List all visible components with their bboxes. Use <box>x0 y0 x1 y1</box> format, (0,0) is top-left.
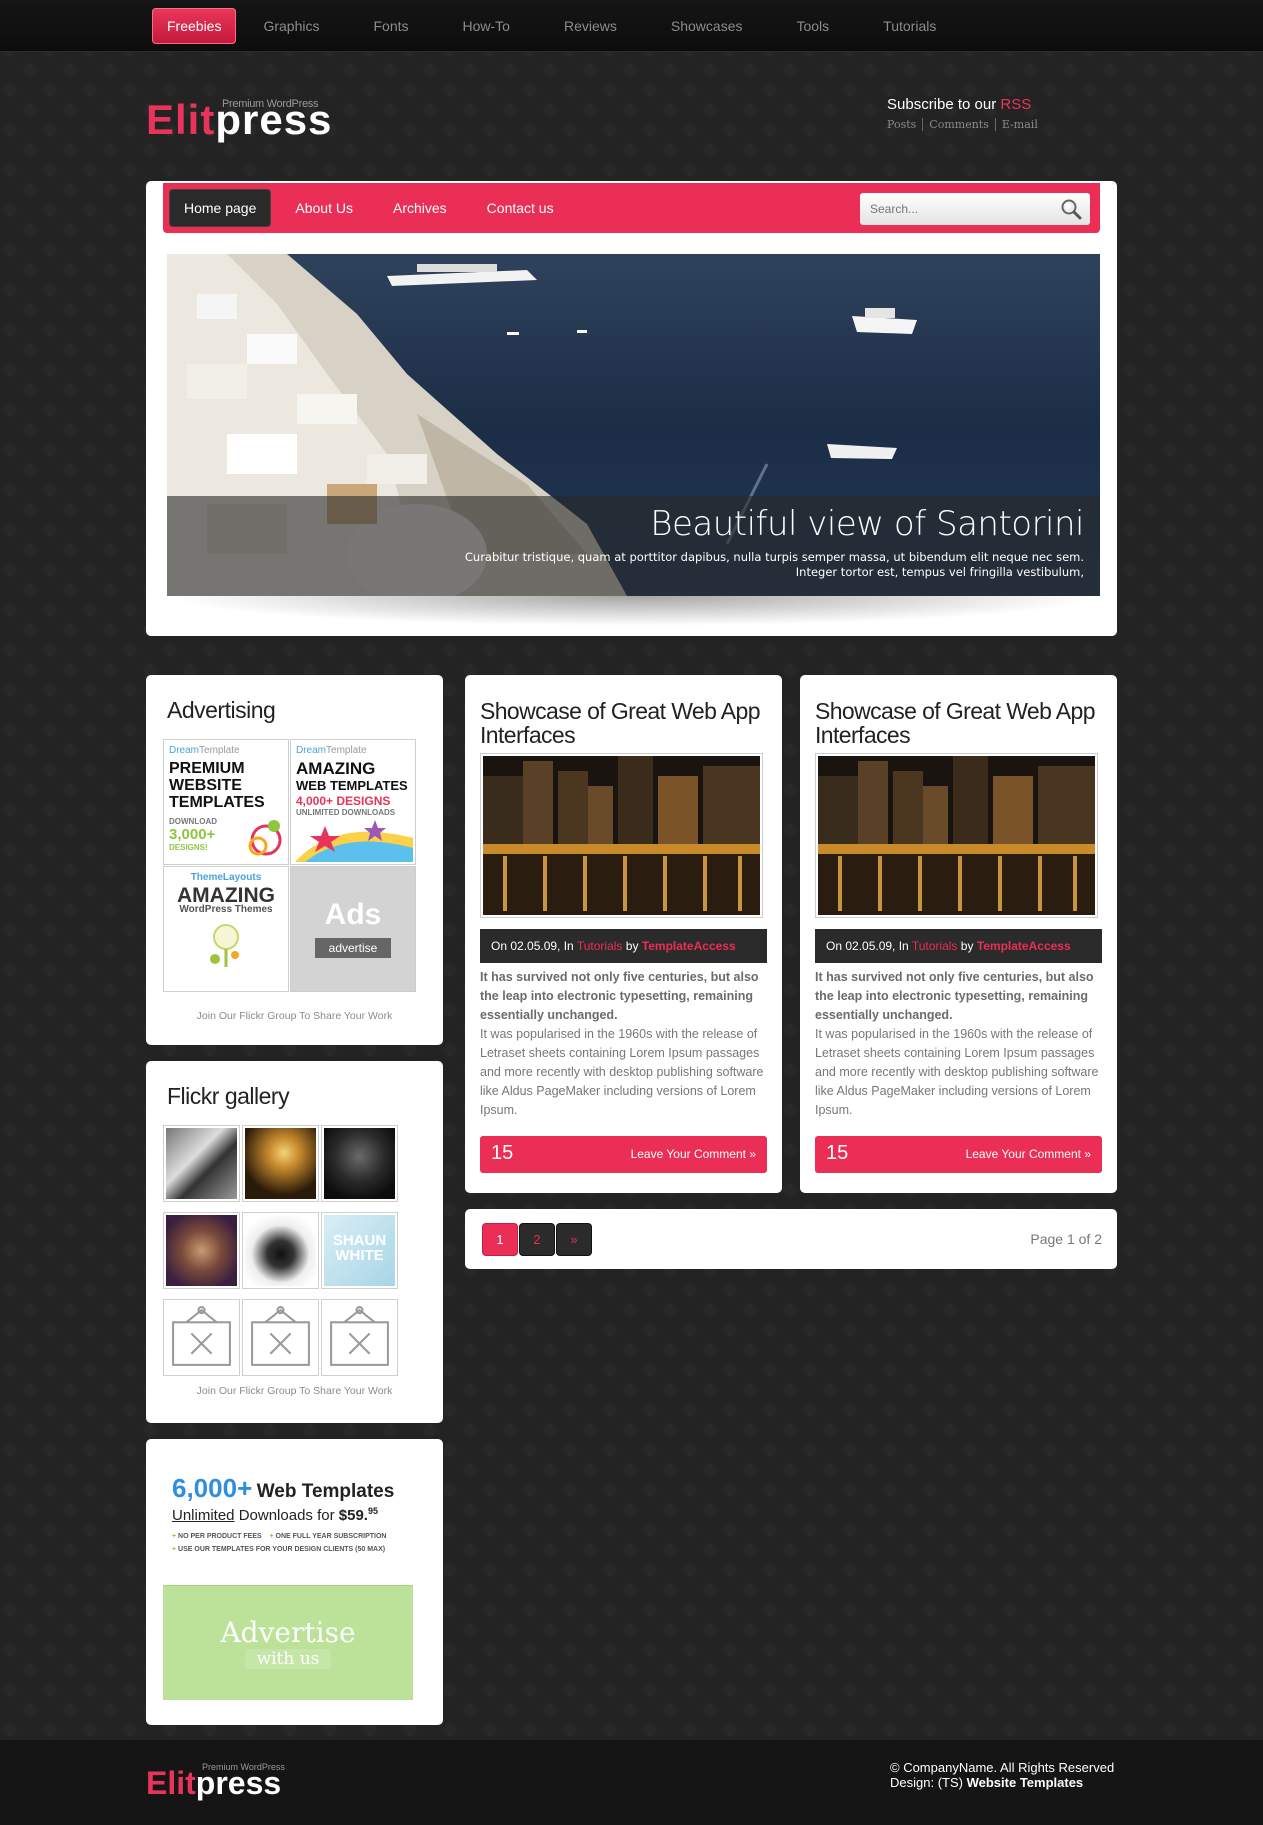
website-templates-link[interactable]: Website Templates <box>967 1775 1084 1790</box>
posts-feed-link[interactable]: Posts <box>887 118 916 131</box>
topnav-tutorials[interactable]: Tutorials <box>856 8 963 44</box>
search-box <box>860 193 1090 225</box>
advertise-button[interactable]: advertise <box>314 938 392 958</box>
top-bar: Freebies Graphics Fonts How-To Reviews S… <box>0 0 1263 52</box>
ad-amazing-web-templates[interactable]: DreamTemplate AMAZING WEB TEMPLATES 4,00… <box>290 739 416 865</box>
city-night-image <box>483 756 760 915</box>
rss-link[interactable]: RSS <box>1000 96 1031 113</box>
comment-count: 15 <box>826 1142 849 1164</box>
hero-box: Home page About Us Archives Contact us S… <box>146 181 1117 636</box>
post-meta: On 02.05.09, In Tutorials by TemplateAcc… <box>480 929 767 963</box>
nav-contact[interactable]: Contact us <box>467 189 574 227</box>
leave-comment-link[interactable]: Leave Your Comment » <box>631 1147 756 1161</box>
site-logo[interactable]: Premium WordPress Elitpress <box>146 96 346 148</box>
page-1-button[interactable]: 1 <box>483 1224 517 1255</box>
thumb-caption: SHAUN WHITE <box>332 1232 387 1264</box>
ad-themelayouts[interactable]: ThemeLayouts AMAZING WordPress Themes <box>163 866 289 992</box>
flickr-thumb[interactable] <box>242 1125 319 1202</box>
post-image[interactable] <box>815 753 1098 918</box>
flickr-thumb[interactable]: SHAUN WHITE <box>321 1212 398 1289</box>
post-image[interactable] <box>480 753 763 918</box>
post-author-link[interactable]: TemplateAccess <box>642 939 736 953</box>
page-2-button[interactable]: 2 <box>520 1224 554 1255</box>
next-page-button[interactable]: » <box>557 1224 591 1255</box>
stars-decoration-icon <box>295 820 413 862</box>
post-author-link[interactable]: TemplateAccess <box>977 939 1071 953</box>
comment-count: 15 <box>491 1142 514 1164</box>
post-category-link[interactable]: Tutorials <box>912 939 958 953</box>
post-card: Showcase of Great Web App Interfaces On … <box>800 675 1117 1193</box>
logo-elit: Elit <box>146 96 216 143</box>
nav-home[interactable]: Home page <box>169 189 272 227</box>
page-info: Page 1 of 2 <box>1030 1231 1102 1247</box>
flickr-thumb-placeholder[interactable] <box>242 1299 319 1376</box>
advertising-note: Join Our Flickr Group To Share Your Work <box>196 1010 393 1022</box>
nav-archives[interactable]: Archives <box>373 189 467 227</box>
topnav-fonts[interactable]: Fonts <box>347 8 436 44</box>
post-card: Showcase of Great Web App Interfaces On … <box>465 675 782 1193</box>
flickr-title: Flickr gallery <box>167 1083 290 1109</box>
flickr-note: Join Our Flickr Group To Share Your Work <box>196 1385 393 1397</box>
templates-promo[interactable]: 6,000+ Web Templates Unlimited Downloads… <box>172 1473 422 1556</box>
swirl-decoration-icon <box>248 820 282 856</box>
promo-widget: 6,000+ Web Templates Unlimited Downloads… <box>146 1439 443 1725</box>
flickr-widget: Flickr gallery SHAUN WHITE Join Our Flic… <box>146 1061 443 1423</box>
email-feed-link[interactable]: E-mail <box>1002 118 1038 131</box>
post-title[interactable]: Showcase of Great Web App Interfaces <box>815 698 1096 748</box>
advertise-with-us-banner[interactable]: Advertise with us <box>163 1585 413 1700</box>
advertising-widget: Advertising DreamTemplate PREMIUM WEBSITE… <box>146 675 443 1045</box>
footer-logo[interactable]: Premium WordPress Elitpress <box>146 1762 285 1800</box>
post-excerpt: It has survived not only five centuries,… <box>480 970 764 1117</box>
flickr-thumb-placeholder[interactable] <box>163 1299 240 1376</box>
post-footer-bar: 15 Leave Your Comment » <box>815 1136 1102 1173</box>
broken-image-icon <box>245 1302 316 1373</box>
subscribe-box: Subscribe to our RSS Posts Comments E-mail <box>887 96 1087 131</box>
ad-premium-templates[interactable]: DreamTemplate PREMIUM WEBSITE TEMPLATES DO… <box>163 739 289 865</box>
slide-shadow <box>167 596 1100 626</box>
slide-text: Curabitur tristique, quam at porttitor d… <box>464 550 1084 579</box>
lightbulb-icon <box>210 924 239 967</box>
search-icon[interactable] <box>1060 198 1082 220</box>
flickr-thumb[interactable] <box>242 1212 319 1289</box>
footer: Premium WordPress Elitpress © CompanyNam… <box>0 1740 1263 1825</box>
leave-comment-link[interactable]: Leave Your Comment » <box>966 1147 1091 1161</box>
post-footer-bar: 15 Leave Your Comment » <box>480 1136 767 1173</box>
ads-word: Ads <box>324 898 382 931</box>
footer-copyright: © CompanyName. All Rights Reserved Desig… <box>890 1760 1115 1790</box>
featured-slide[interactable]: Beautiful view of Santorini Curabitur tr… <box>167 254 1100 596</box>
nav-about[interactable]: About Us <box>275 189 373 227</box>
advertising-title: Advertising <box>167 697 276 723</box>
pagination: 1 2 » Page 1 of 2 <box>465 1209 1117 1269</box>
flickr-thumb[interactable] <box>163 1125 240 1202</box>
city-night-image <box>818 756 1095 915</box>
slide-caption: Beautiful view of Santorini Curabitur tr… <box>167 496 1100 596</box>
comments-feed-link[interactable]: Comments <box>929 118 989 131</box>
top-nav: Freebies Graphics Fonts How-To Reviews S… <box>152 8 963 44</box>
topnav-freebies[interactable]: Freebies <box>152 8 237 44</box>
post-title[interactable]: Showcase of Great Web App Interfaces <box>480 698 761 748</box>
topnav-showcases[interactable]: Showcases <box>644 8 770 44</box>
flickr-thumb[interactable] <box>163 1212 240 1289</box>
main-nav: Home page About Us Archives Contact us <box>163 183 1100 233</box>
topnav-reviews[interactable]: Reviews <box>537 8 644 44</box>
broken-image-icon <box>324 1302 395 1373</box>
post-meta: On 02.05.09, In Tutorials by TemplateAcc… <box>815 929 1102 963</box>
subscribe-title: Subscribe to our RSS <box>887 96 1032 113</box>
topnav-tools[interactable]: Tools <box>769 8 856 44</box>
footer-logo-tagline: Premium WordPress <box>202 1762 285 1772</box>
slide-title: Beautiful view of Santorini <box>650 504 1084 544</box>
post-excerpt: It has survived not only five centuries,… <box>815 970 1099 1117</box>
ad-placeholder[interactable]: Ads advertise <box>290 866 416 992</box>
broken-image-icon <box>166 1302 237 1373</box>
topnav-graphics[interactable]: Graphics <box>236 8 346 44</box>
post-category-link[interactable]: Tutorials <box>577 939 623 953</box>
logo-press: press <box>215 96 333 143</box>
flickr-thumb[interactable] <box>321 1125 398 1202</box>
search-input[interactable] <box>870 193 1050 225</box>
flickr-thumb-placeholder[interactable] <box>321 1299 398 1376</box>
topnav-how-to[interactable]: How-To <box>436 8 537 44</box>
subscribe-links: Posts Comments E-mail <box>887 118 1087 131</box>
